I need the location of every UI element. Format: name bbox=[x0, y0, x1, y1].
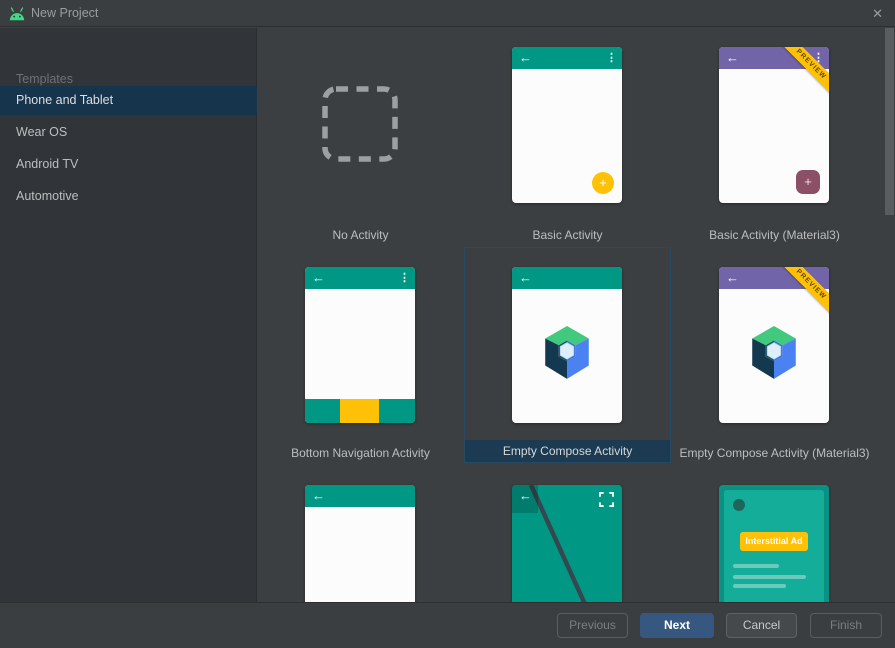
template-card-basic-activity[interactable]: ← ⋮ + bbox=[512, 47, 622, 203]
app-bar: ← ⋮ bbox=[512, 47, 622, 69]
dialog-footer: Previous Next Cancel Finish bbox=[0, 602, 895, 648]
ad-text-line bbox=[733, 564, 779, 568]
cancel-button[interactable]: Cancel bbox=[726, 613, 797, 638]
template-label[interactable]: No Activity bbox=[257, 228, 464, 242]
template-card-empty-compose-activity-material3[interactable]: ← PREVIEW bbox=[719, 267, 829, 423]
template-label[interactable]: Bottom Navigation Activity bbox=[257, 446, 464, 460]
bottom-nav-bar bbox=[305, 399, 415, 423]
finish-button[interactable]: Finish bbox=[810, 613, 882, 638]
overflow-menu-icon: ⋮ bbox=[399, 272, 410, 284]
template-card-no-activity[interactable] bbox=[322, 86, 398, 162]
next-button[interactable]: Next bbox=[640, 613, 714, 638]
template-card-bottom-navigation-activity[interactable]: ← ⋮ bbox=[305, 267, 415, 423]
back-arrow-icon: ← bbox=[312, 488, 325, 503]
template-label[interactable]: Basic Activity bbox=[464, 228, 671, 242]
back-arrow-icon: ← bbox=[519, 50, 532, 65]
interstitial-ad-button: Interstitial Ad bbox=[740, 532, 808, 551]
dashed-square-icon bbox=[322, 86, 398, 162]
fullscreen-icon bbox=[599, 492, 614, 507]
ad-avatar-dot bbox=[733, 499, 745, 511]
template-label[interactable]: Basic Activity (Material3) bbox=[671, 228, 878, 242]
template-card-empty-compose-activity[interactable]: ← bbox=[512, 267, 622, 423]
template-card-basic-activity-material3[interactable]: ← ⋮ PREVIEW + bbox=[719, 47, 829, 203]
back-arrow-icon: ← bbox=[726, 270, 739, 285]
vertical-scrollbar-thumb[interactable] bbox=[885, 28, 894, 215]
jetpack-compose-logo-icon bbox=[541, 325, 593, 381]
sidebar-item-automotive[interactable]: Automotive bbox=[0, 182, 257, 211]
sidebar-item-wear-os[interactable]: Wear OS bbox=[0, 118, 257, 147]
dialog-title: New Project bbox=[31, 6, 99, 20]
ad-text-line bbox=[733, 575, 806, 579]
back-arrow-icon: ← bbox=[519, 270, 532, 285]
template-label-selected[interactable]: Empty Compose Activity bbox=[465, 440, 670, 462]
back-arrow-icon: ← bbox=[519, 488, 532, 503]
android-logo-icon bbox=[8, 6, 26, 21]
ad-text-line bbox=[733, 584, 786, 588]
sidebar-item-android-tv[interactable]: Android TV bbox=[0, 150, 257, 179]
fab-icon: + bbox=[796, 170, 820, 194]
bottom-nav-selected-tab bbox=[340, 399, 379, 423]
previous-button[interactable]: Previous bbox=[557, 613, 628, 638]
close-icon[interactable]: ✕ bbox=[872, 0, 883, 27]
title-bar: New Project ✕ bbox=[0, 0, 895, 27]
app-bar: ← bbox=[305, 485, 415, 507]
overflow-menu-icon: ⋮ bbox=[606, 52, 617, 64]
app-bar: ← ⋮ bbox=[305, 267, 415, 289]
sidebar-item-phone-and-tablet[interactable]: Phone and Tablet bbox=[0, 86, 257, 115]
templates-sidebar: Templates Phone and Tablet Wear OS Andro… bbox=[0, 28, 257, 602]
template-label[interactable]: Empty Compose Activity (Material3) bbox=[671, 446, 878, 460]
app-bar: ← bbox=[512, 267, 622, 289]
back-arrow-icon: ← bbox=[726, 50, 739, 65]
new-project-dialog: New Project ✕ Templates Phone and Tablet… bbox=[0, 0, 895, 648]
back-arrow-icon: ← bbox=[312, 270, 325, 285]
jetpack-compose-logo-icon bbox=[748, 325, 800, 381]
fab-icon: + bbox=[592, 172, 614, 194]
sidebar-header: Templates bbox=[16, 72, 73, 86]
